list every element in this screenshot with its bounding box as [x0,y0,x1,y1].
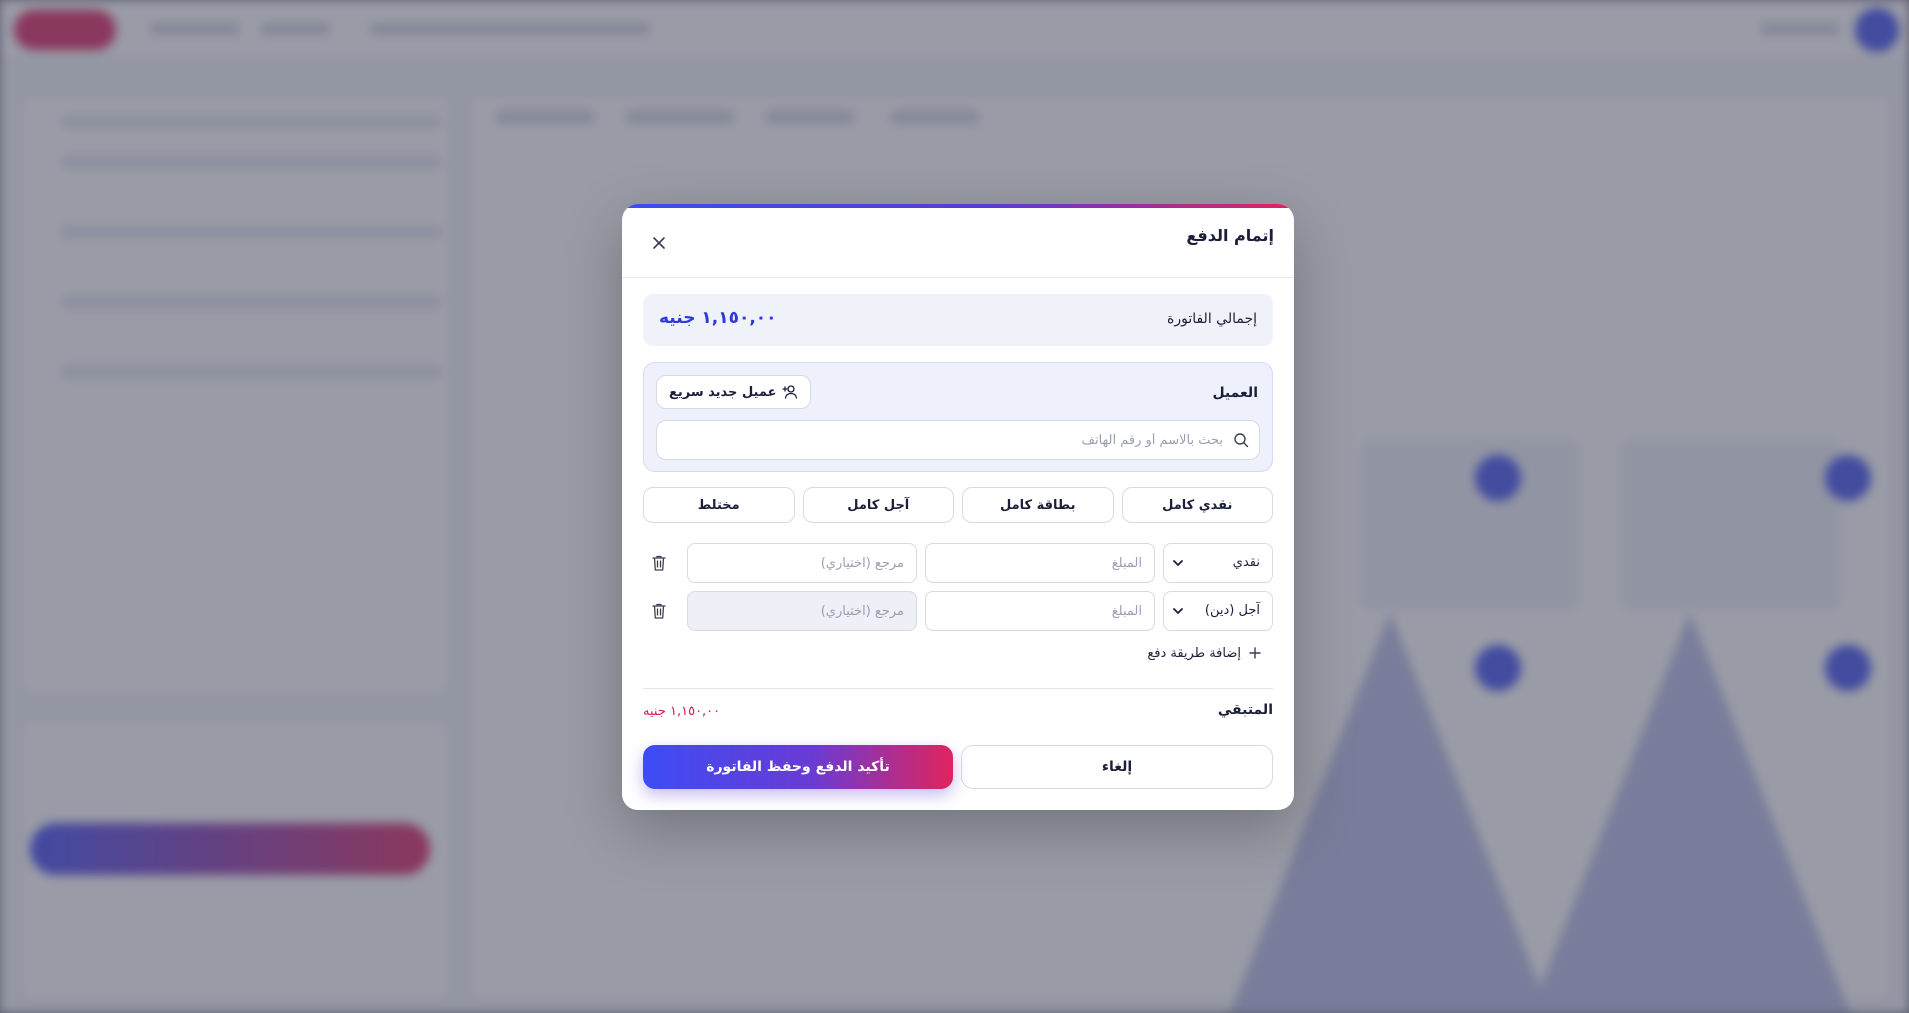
payment-mode-row: نقدي كامل بطاقة كامل آجل كامل مختلط [643,487,1273,523]
chevron-down-icon [1173,560,1183,566]
customer-label: العميل [1212,385,1258,401]
customer-section: العميل عميل جديد سريع [643,362,1273,472]
confirm-payment-button[interactable]: تأكيد الدفع وحفظ الفاتورة [643,745,953,789]
quick-new-customer-button[interactable]: عميل جديد سريع [656,375,812,409]
payment-method-select[interactable]: نقدي [1163,543,1273,583]
payment-method-select[interactable]: آجل (دين) [1163,591,1273,631]
payment-row: آجل (دين) [643,591,1273,631]
invoice-total-label: إجمالي الفاتورة [1166,311,1257,327]
plus-icon [1249,647,1261,659]
divider [643,688,1273,689]
trash-icon [652,603,666,619]
invoice-total-value: ١,١٥٠,٠٠ جنيه [659,308,777,328]
modal-header: إتمام الدفع [622,208,1294,278]
customer-search-field[interactable] [656,420,1260,460]
user-plus-icon [782,385,798,399]
payment-amount-input[interactable] [925,543,1155,583]
add-payment-method-button[interactable]: إضافة طريقة دفع [1147,642,1261,664]
modal-actions: إلغاء تأكيد الدفع وحفظ الفاتورة [643,745,1273,789]
payment-modal: إتمام الدفع إجمالي الفاتورة ١,١٥٠,٠٠ جني… [622,204,1294,810]
mode-full-credit-button[interactable]: آجل كامل [802,487,954,523]
modal-title: إتمام الدفع [1186,226,1274,245]
payment-reference-input[interactable] [687,543,917,583]
trash-icon [652,555,666,571]
chevron-down-icon [1173,608,1183,614]
payment-amount-input[interactable] [925,591,1155,631]
quick-new-customer-label: عميل جديد سريع [669,384,777,400]
delete-payment-row-button[interactable] [651,602,667,620]
invoice-total-box: إجمالي الفاتورة ١,١٥٠,٠٠ جنيه [643,294,1273,346]
mode-full-card-button[interactable]: بطاقة كامل [962,487,1114,523]
payment-method-value: آجل (دين) [1204,603,1260,618]
close-button[interactable] [650,234,668,252]
payment-reference-input [687,591,917,631]
close-icon [653,237,665,249]
payment-method-value: نقدي [1232,555,1260,570]
mode-full-cash-button[interactable]: نقدي كامل [1121,487,1273,523]
cancel-button[interactable]: إلغاء [961,745,1273,789]
remaining-label: المتبقي [1217,702,1273,718]
delete-payment-row-button[interactable] [651,554,667,572]
mode-mixed-button[interactable]: مختلط [643,487,795,523]
search-icon [1234,433,1249,448]
add-payment-method-label: إضافة طريقة دفع [1147,645,1241,661]
remaining-value: ١,١٥٠,٠٠ جنيه [643,704,721,719]
payment-row: نقدي [643,543,1273,583]
customer-search-input[interactable] [683,421,1223,459]
